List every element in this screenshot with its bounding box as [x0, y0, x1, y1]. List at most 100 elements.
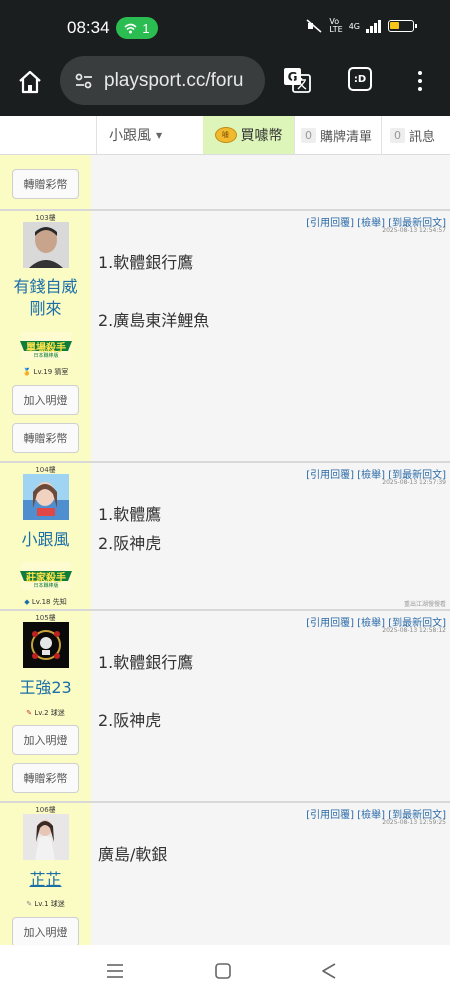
user-level: 🏅 Lv.19 猜室: [22, 368, 69, 376]
post-content-line: 1.軟體鷹: [98, 505, 162, 524]
avatar[interactable]: [23, 222, 69, 268]
menu-button[interactable]: [410, 67, 430, 95]
post-signature: 重出江湖慢慢看: [403, 601, 446, 608]
level-icon: 🏅: [22, 368, 32, 376]
username-line: 有錢自威: [13, 277, 78, 296]
add-light-button[interactable]: 加入明燈: [12, 917, 79, 945]
cart-link[interactable]: 0 購牌清單: [294, 116, 381, 154]
avatar[interactable]: [23, 622, 69, 668]
hotspot-icon: [124, 23, 137, 33]
nav-username: 小跟風: [109, 128, 151, 144]
post-list: 轉贈彩幣 103樓 有錢自威 剛來 單場殺手 日本職棒版 🏅 Lv.19 猜室 …: [0, 155, 450, 945]
post-content-line: 2.阪神虎: [98, 534, 162, 553]
killer-badge: 莊家殺手 日本職棒版: [20, 561, 72, 591]
cart-count: 0: [301, 127, 316, 143]
username-line: 剛來: [29, 299, 62, 318]
system-home-button[interactable]: [214, 962, 232, 984]
post-105: 105樓 王強23 ✎ Lv.2 球迷 加入明燈 轉贈彩幣 [引用回覆] [檢舉…: [0, 611, 450, 803]
killer-badge: 單場殺手 日本職棒版: [20, 331, 72, 361]
post-timestamp: 2025-08-13 12:59:25: [382, 819, 446, 826]
avatar[interactable]: [23, 474, 69, 520]
quote-reply-link[interactable]: [引用回覆]: [306, 470, 354, 481]
messages-link[interactable]: 0 訊息: [381, 116, 450, 154]
network-label: 4G: [348, 21, 360, 31]
system-nav-bar: [0, 945, 450, 1000]
user-avatar-image: [23, 622, 69, 668]
signal-icon: [366, 19, 381, 33]
back-button[interactable]: [320, 962, 338, 984]
quote-reply-link[interactable]: [引用回覆]: [306, 218, 354, 229]
post-timestamp: 2025-08-13 12:57:39: [382, 479, 446, 486]
messages-label: 訊息: [409, 129, 436, 145]
gift-coins-button[interactable]: 轉贈彩幣: [12, 423, 79, 453]
username-link[interactable]: 王強23: [0, 677, 91, 699]
post-content-line: 2.廣島東洋鯉魚: [98, 311, 210, 330]
level-icon: ✎: [26, 709, 33, 717]
username-link[interactable]: 有錢自威 剛來: [0, 276, 91, 320]
post-106: 106樓 芷芷 ✎ Lv.1 球迷 加入明燈 [引用回覆] [檢舉] [到最新回…: [0, 803, 450, 945]
tune-icon[interactable]: [74, 71, 94, 91]
user-avatar-image: [23, 222, 69, 268]
level-icon: ◆: [24, 598, 30, 606]
volte-icon: Vo LTE: [329, 17, 343, 34]
hotspot-count: 1: [142, 20, 150, 36]
nav-user-dropdown[interactable]: 小跟風 ▼: [96, 116, 203, 154]
mute-icon: [306, 19, 322, 33]
user-avatar-image: [23, 474, 69, 520]
battery-icon: [388, 20, 417, 32]
site-nav: 小跟風 ▼ 噱 買噱幣 0 購牌清單 0 訊息: [0, 116, 450, 155]
level-icon: ✎: [26, 900, 33, 908]
back-icon: [322, 963, 336, 979]
post-timestamp: 2025-08-13 12:58:12: [382, 627, 446, 634]
quote-reply-link[interactable]: [引用回覆]: [306, 618, 354, 629]
user-level: ✎ Lv.1 球迷: [26, 900, 65, 908]
translate-button[interactable]: G: [283, 67, 311, 93]
add-light-button[interactable]: 加入明燈: [12, 385, 79, 415]
browser-home-button[interactable]: [15, 67, 45, 97]
gift-coins-button[interactable]: 轉贈彩幣: [12, 169, 79, 199]
post-partial: 轉贈彩幣: [0, 155, 450, 211]
hotspot-indicator: 1: [116, 17, 158, 39]
recents-icon: [107, 964, 123, 978]
post-104: 104樓 小跟風 莊家殺手 日本職棒版 ◆ Lv.18 先知 [引用回覆] [檢…: [0, 463, 450, 611]
post-timestamp: 2025-08-13 12:54:57: [382, 227, 446, 234]
buy-coins-button[interactable]: 噱 買噱幣: [203, 116, 294, 154]
message-count: 0: [390, 127, 405, 143]
recents-button[interactable]: [106, 962, 124, 984]
post-content-line: 廣島/軟銀: [98, 845, 168, 864]
post-content-line: 1.軟體銀行鷹: [98, 653, 194, 672]
post-content-line: 2.阪神虎: [98, 711, 162, 730]
report-link[interactable]: [檢舉]: [357, 470, 385, 481]
report-link[interactable]: [檢舉]: [357, 218, 385, 229]
username-link[interactable]: 芷芷: [0, 869, 91, 891]
user-level: ✎ Lv.2 球迷: [26, 709, 65, 717]
report-link[interactable]: [檢舉]: [357, 618, 385, 629]
url-bar[interactable]: playsport.cc/foru: [60, 56, 265, 105]
cart-label: 購牌清單: [320, 129, 373, 145]
add-light-button[interactable]: 加入明燈: [12, 725, 79, 755]
caret-down-icon: ▼: [156, 130, 163, 140]
quote-reply-link[interactable]: [引用回覆]: [306, 810, 354, 821]
username-link[interactable]: 小跟風: [0, 529, 91, 551]
user-level: ◆ Lv.18 先知: [24, 598, 67, 606]
url-text: playsport.cc/foru: [104, 69, 244, 91]
status-time: 08:34: [67, 18, 110, 37]
buy-coins-label: 買噱幣: [240, 128, 283, 144]
avatar[interactable]: [23, 814, 69, 860]
browser-toolbar: playsport.cc/foru G :D: [0, 55, 450, 116]
translate-icon: G: [284, 68, 311, 93]
badge-subtitle: 日本職棒版: [33, 583, 59, 589]
dex-button[interactable]: :D: [348, 67, 372, 91]
report-link[interactable]: [檢舉]: [357, 810, 385, 821]
user-avatar-image: [23, 814, 69, 860]
gift-coins-button[interactable]: 轉贈彩幣: [12, 763, 79, 793]
home-square-icon: [215, 963, 231, 979]
post-content-line: 1.軟體銀行鷹: [98, 253, 194, 272]
menu-icon: [418, 71, 422, 75]
status-bar: 08:34 1 Vo LTE 4G: [0, 0, 450, 55]
post-103: 103樓 有錢自威 剛來 單場殺手 日本職棒版 🏅 Lv.19 猜室 加入明燈 …: [0, 211, 450, 463]
badge-subtitle: 日本職棒版: [33, 353, 59, 359]
home-icon: [19, 70, 41, 94]
status-icons: Vo LTE 4G: [305, 17, 417, 34]
coin-icon: 噱: [214, 127, 237, 143]
